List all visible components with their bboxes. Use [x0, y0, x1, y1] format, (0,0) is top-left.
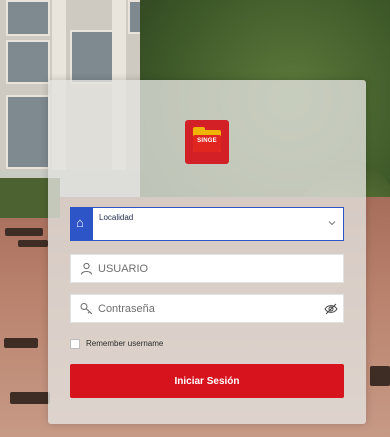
logo-brand-text: SINGE: [197, 138, 217, 144]
password-input[interactable]: [98, 299, 318, 319]
key-icon: [80, 303, 93, 315]
user-icon: [81, 262, 92, 275]
login-button[interactable]: Iniciar Sesión: [70, 364, 344, 398]
remember-label: Remember username: [86, 339, 164, 348]
username-field: [70, 254, 344, 283]
background-table: [4, 338, 38, 348]
username-input[interactable]: [98, 259, 318, 279]
background-table: [18, 240, 48, 247]
eye-off-icon[interactable]: [324, 302, 338, 316]
locality-select[interactable]: ⌂ Localidad: [70, 207, 344, 241]
password-field: [70, 294, 344, 323]
background-table: [5, 228, 43, 236]
locality-lead: ⌂: [71, 208, 93, 240]
remember-checkbox[interactable]: [70, 339, 80, 349]
locality-label: Localidad: [99, 213, 134, 222]
app-logo: SINGE: [185, 120, 229, 164]
chevron-down-icon[interactable]: [327, 218, 337, 228]
building-icon: ⌂: [76, 215, 84, 230]
login-card: SINGE ⌂ Localidad Remember use: [48, 80, 366, 424]
background-table: [370, 366, 390, 386]
background-table: [10, 392, 50, 404]
